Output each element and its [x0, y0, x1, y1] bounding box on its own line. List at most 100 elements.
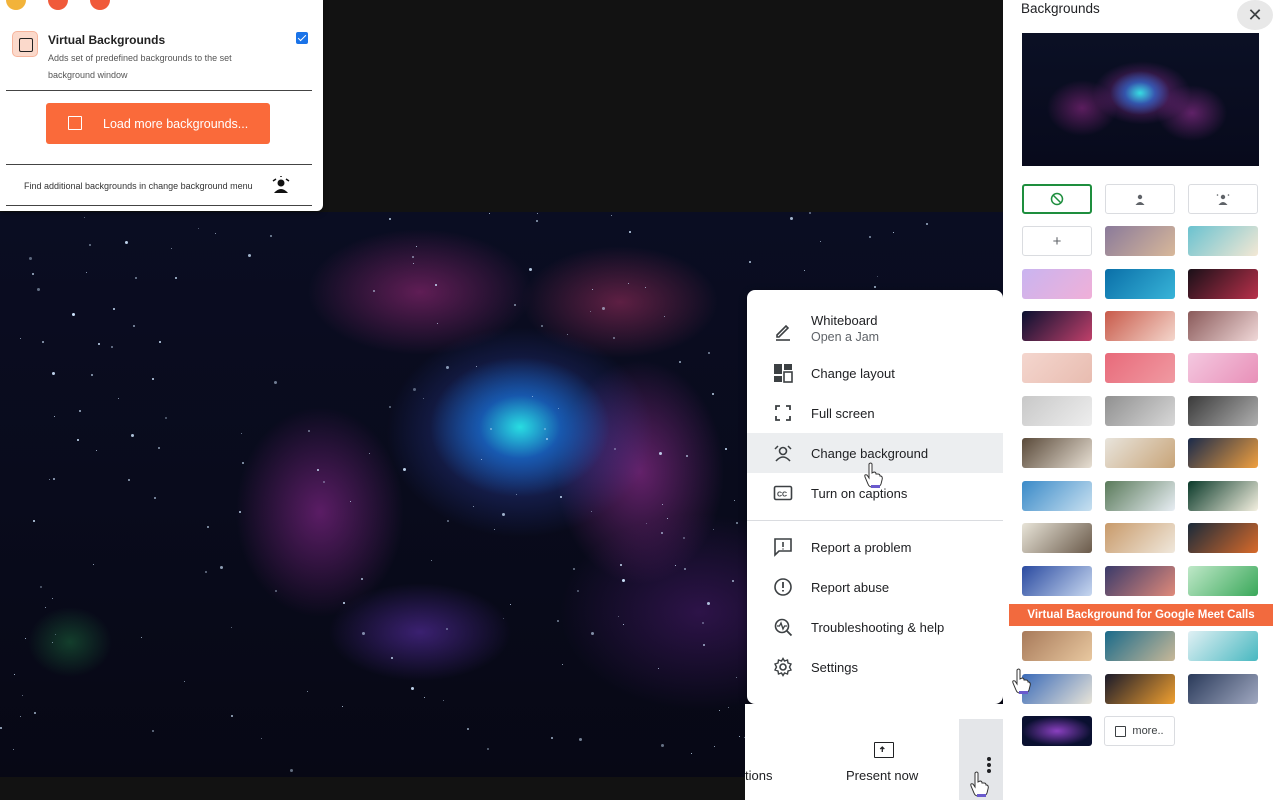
star-dot: [736, 677, 737, 678]
star-dot: [171, 248, 172, 249]
star-dot: [159, 341, 161, 343]
star-dot: [790, 217, 793, 220]
background-thumbnail[interactable]: [1188, 226, 1258, 256]
menu-item-label: Report a problem: [811, 539, 912, 555]
background-thumbnail[interactable]: [1105, 481, 1175, 511]
background-thumbnail[interactable]: [1105, 269, 1175, 299]
extension-star-icon[interactable]: [90, 0, 110, 10]
background-thumbnail[interactable]: [1022, 311, 1092, 341]
background-thumbnail[interactable]: [1022, 523, 1092, 553]
menu-item-whiteboard[interactable]: Whiteboard Open a Jam: [747, 307, 1003, 357]
blur-tile[interactable]: [1188, 184, 1258, 214]
star-dot: [719, 710, 720, 711]
virtual-backgrounds-icon: [12, 31, 38, 57]
star-dot: [658, 668, 659, 669]
star-dot: [749, 261, 751, 263]
star-dot: [502, 513, 505, 516]
star-dot: [736, 522, 738, 524]
background-thumbnail[interactable]: [1022, 269, 1092, 299]
star-dot: [551, 737, 553, 739]
star-dot: [45, 607, 46, 608]
star-dot: [323, 481, 325, 483]
background-thumbnail[interactable]: [1022, 716, 1092, 746]
hand-cursor-icon: [1012, 668, 1031, 694]
layout-icon: [774, 364, 793, 383]
star-dot: [467, 728, 469, 730]
menu-item-full-screen[interactable]: Full screen: [747, 393, 1003, 433]
background-thumbnail[interactable]: [1022, 566, 1092, 596]
star-dot: [274, 381, 277, 384]
background-thumbnail[interactable]: [1188, 353, 1258, 383]
background-thumbnail[interactable]: [1188, 631, 1258, 661]
more-backgrounds-tile[interactable]: more..: [1104, 716, 1175, 746]
load-more-backgrounds-button[interactable]: Load more backgrounds...: [46, 103, 270, 144]
background-thumbnail[interactable]: [1022, 438, 1092, 468]
background-thumbnail[interactable]: [1022, 396, 1092, 426]
star-dot: [536, 220, 538, 222]
background-thumbnail[interactable]: [1105, 396, 1175, 426]
background-thumbnail[interactable]: [1105, 523, 1175, 553]
star-dot: [546, 438, 548, 440]
background-thumbnail[interactable]: [1022, 481, 1092, 511]
add-background-tile[interactable]: +: [1022, 226, 1092, 256]
menu-item-change-layout[interactable]: Change layout: [747, 353, 1003, 393]
present-now-label[interactable]: Present now: [846, 768, 918, 783]
svg-text:CC: CC: [777, 492, 787, 499]
background-thumbnail[interactable]: [1105, 353, 1175, 383]
star-dot: [184, 681, 185, 682]
background-thumbnail[interactable]: [1022, 674, 1092, 704]
star-dot: [369, 453, 370, 454]
star-dot: [241, 433, 242, 434]
star-dot: [54, 416, 55, 417]
alert-icon: [774, 578, 792, 596]
menu-item-report-problem[interactable]: Report a problem: [747, 527, 1003, 567]
background-thumbnail[interactable]: [1188, 438, 1258, 468]
menu-item-report-abuse[interactable]: Report abuse: [747, 567, 1003, 607]
star-dot: [231, 627, 232, 628]
menu-item-settings[interactable]: Settings: [747, 647, 1003, 687]
captions-button-label[interactable]: tions: [745, 768, 772, 783]
star-dot: [529, 268, 532, 271]
menu-item-troubleshooting[interactable]: Troubleshooting & help: [747, 607, 1003, 647]
star-dot: [52, 642, 53, 643]
star-dot: [29, 257, 32, 260]
background-thumbnail[interactable]: [1105, 674, 1175, 704]
background-thumbnail[interactable]: [1022, 353, 1092, 383]
star-dot: [435, 284, 437, 286]
extension-emoji-icon[interactable]: [6, 0, 26, 10]
background-thumbnail[interactable]: [1105, 631, 1175, 661]
promo-banner[interactable]: Virtual Background for Google Meet Calls: [1009, 604, 1273, 626]
star-dot: [532, 396, 533, 397]
background-thumbnail[interactable]: [1188, 481, 1258, 511]
star-dot: [133, 325, 135, 327]
star-dot: [562, 664, 563, 665]
no-effect-tile[interactable]: [1022, 184, 1092, 214]
star-dot: [13, 749, 14, 750]
star-dot: [510, 604, 511, 605]
background-thumbnail[interactable]: [1105, 566, 1175, 596]
extension-popup: Virtual Backgrounds Adds set of predefin…: [0, 0, 323, 211]
background-thumbnail[interactable]: [1022, 631, 1092, 661]
background-thumbnail[interactable]: [1188, 396, 1258, 426]
star-dot: [714, 746, 715, 747]
star-dot: [446, 366, 449, 369]
background-thumbnail[interactable]: [1188, 566, 1258, 596]
more-vert-dot: [987, 757, 991, 761]
background-thumbnail[interactable]: [1105, 438, 1175, 468]
slight-blur-tile[interactable]: [1105, 184, 1175, 214]
plus-icon: +: [1052, 232, 1062, 250]
close-panel-button[interactable]: ✕: [1237, 0, 1273, 30]
star-dot: [207, 526, 209, 528]
background-thumbnail[interactable]: [1105, 226, 1175, 256]
present-now-icon[interactable]: [874, 742, 894, 758]
background-thumbnail[interactable]: [1188, 311, 1258, 341]
star-dot: [620, 564, 622, 566]
extension-triangle-icon[interactable]: [48, 0, 68, 10]
background-thumbnail[interactable]: [1188, 674, 1258, 704]
background-thumbnail[interactable]: [1105, 311, 1175, 341]
divider: [6, 205, 312, 206]
star-dot: [713, 529, 714, 530]
background-thumbnail[interactable]: [1188, 269, 1258, 299]
extension-enable-checkbox[interactable]: [296, 32, 308, 44]
background-thumbnail[interactable]: [1188, 523, 1258, 553]
